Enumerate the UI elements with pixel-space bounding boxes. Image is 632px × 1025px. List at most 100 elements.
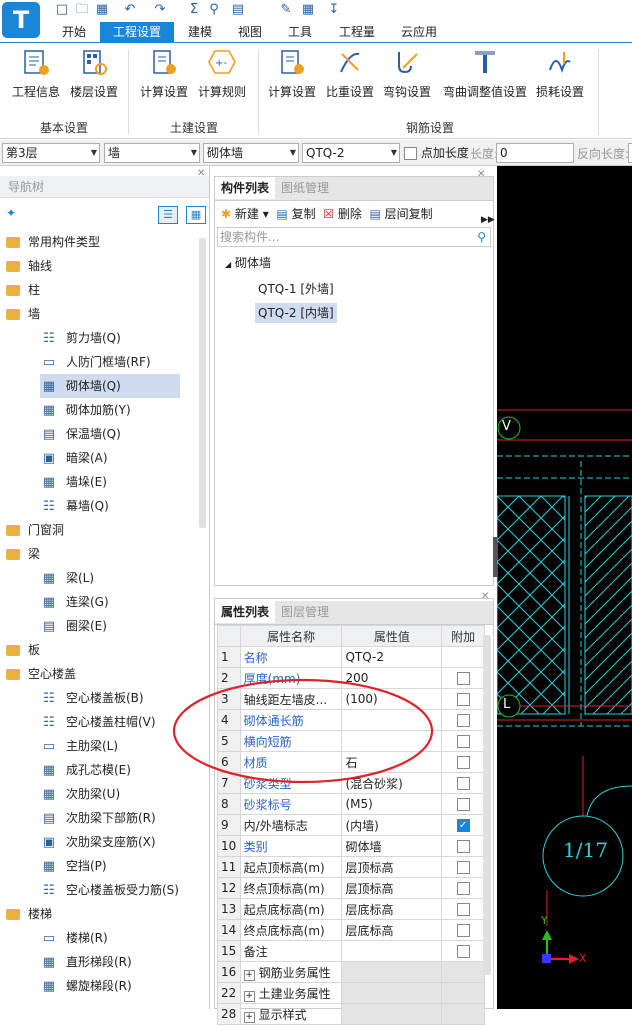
attach-checkbox[interactable] xyxy=(456,756,470,769)
reverse-length-input[interactable] xyxy=(628,143,632,163)
report-icon[interactable]: ▤ xyxy=(230,2,246,18)
nav-item-3[interactable]: 墙 xyxy=(6,302,40,326)
attach-checkbox[interactable] xyxy=(456,924,470,937)
nav-item-27[interactable]: ☷ 空心楼盖板受力筋(S) xyxy=(40,878,179,902)
nav-item-17[interactable]: 板 xyxy=(6,638,40,662)
nav-item-21[interactable]: ▭ 主肋梁(L) xyxy=(40,734,118,758)
floor-copy-button[interactable]: ▤ 层间复制 xyxy=(369,207,432,221)
menu-view[interactable]: 视图 xyxy=(230,22,270,42)
attach-checkbox[interactable] xyxy=(456,882,470,895)
attach-checkbox[interactable] xyxy=(456,903,470,916)
density-settings-button[interactable]: 比重设置 xyxy=(324,47,376,107)
new-file-icon[interactable]: □ xyxy=(54,2,70,18)
undo-icon[interactable]: ↶ xyxy=(122,2,138,18)
expand-icon[interactable]: + xyxy=(243,990,255,1002)
property-value[interactable] xyxy=(341,961,443,983)
nav-item-5[interactable]: ▭ 人防门框墙(RF) xyxy=(40,350,151,374)
property-row[interactable]: 9 内/外墙标志 (内墙) ✓ xyxy=(217,814,485,836)
loss-settings-button[interactable]: 损耗设置 xyxy=(532,47,588,107)
component-select[interactable]: QTQ-2 ▼ xyxy=(302,143,400,163)
menu-project-settings[interactable]: 工程设置 xyxy=(100,22,174,42)
hook-settings-button[interactable]: 弯钩设置 xyxy=(380,47,434,107)
add-sparkle-icon[interactable]: ✦ xyxy=(6,206,16,220)
new-button[interactable]: ✱ 新建 ▾ xyxy=(221,207,269,221)
nav-item-4[interactable]: ☷ 剪力墙(Q) xyxy=(40,326,121,350)
list-view-icon[interactable]: ☰ xyxy=(158,206,178,224)
nav-item-12[interactable]: 门窗洞 xyxy=(6,518,64,542)
app-logo[interactable]: T xyxy=(2,2,40,38)
property-value[interactable]: 层底标高 xyxy=(341,919,443,941)
grid-icon[interactable]: ▦ xyxy=(300,2,316,18)
menu-tools[interactable]: 工具 xyxy=(280,22,320,42)
nav-item-26[interactable]: ▦ 空挡(P) xyxy=(40,854,107,878)
nav-item-2[interactable]: 柱 xyxy=(6,278,40,302)
civil-calc-settings-button[interactable]: 计算设置 xyxy=(136,47,192,107)
nav-item-13[interactable]: 梁 xyxy=(6,542,40,566)
property-value[interactable]: 层顶标高 xyxy=(341,856,443,878)
nav-item-28[interactable]: 楼梯 xyxy=(6,902,52,926)
delete-button[interactable]: ☒ 删除 xyxy=(323,207,362,221)
bend-adjust-button[interactable]: 弯曲调整值设置 xyxy=(440,47,530,107)
splitter-handle[interactable] xyxy=(493,537,497,577)
project-info-button[interactable]: 工程信息 xyxy=(8,47,64,107)
nav-item-29[interactable]: ▭ 楼梯(R) xyxy=(40,926,108,950)
property-value[interactable]: 层顶标高 xyxy=(341,877,443,899)
grid-view-icon[interactable]: ▦ xyxy=(186,206,206,224)
property-row[interactable]: 10 类别 砌体墙 xyxy=(217,835,485,857)
property-row[interactable]: 8 砂浆标号 (M5) xyxy=(217,793,485,815)
property-row[interactable]: 12 终点顶标高(m) 层顶标高 xyxy=(217,877,485,899)
menu-cloud[interactable]: 云应用 xyxy=(394,22,444,42)
property-row[interactable]: 16 + 钢筋业务属性 xyxy=(217,961,485,983)
type-select[interactable]: 墙 ▼ xyxy=(104,143,200,163)
floor-settings-button[interactable]: 楼层设置 xyxy=(66,47,122,107)
property-row[interactable]: 28 + 显示样式 xyxy=(217,1003,485,1025)
property-row[interactable]: 14 终点底标高(m) 层底标高 xyxy=(217,919,485,941)
property-row[interactable]: 22 + 土建业务属性 xyxy=(217,982,485,1004)
nav-item-24[interactable]: ▤ 次肋梁下部筋(R) xyxy=(40,806,156,830)
property-value[interactable]: (内墙) xyxy=(341,814,443,836)
length-input[interactable]: 0 xyxy=(496,143,574,163)
attach-checkbox[interactable] xyxy=(456,693,470,706)
rebar-calc-settings-button[interactable]: 计算设置 xyxy=(264,47,320,107)
attach-checkbox[interactable] xyxy=(456,945,470,958)
subtype-select[interactable]: 砌体墙 ▼ xyxy=(203,143,299,163)
open-folder-icon[interactable]: 🗀 xyxy=(74,2,90,18)
property-row[interactable]: 1 名称 QTQ-2 xyxy=(217,646,485,668)
attach-checkbox[interactable] xyxy=(456,798,470,811)
nav-item-22[interactable]: ▦ 成孔芯模(E) xyxy=(40,758,131,782)
nav-item-7[interactable]: ▦ 砌体加筋(Y) xyxy=(40,398,131,422)
attach-checkbox[interactable]: ✓ xyxy=(456,819,470,832)
property-value[interactable]: QTQ-2 xyxy=(341,646,443,668)
property-row[interactable]: 13 起点底标高(m) 层底标高 xyxy=(217,898,485,920)
close-icon[interactable]: ✕ xyxy=(481,591,489,602)
attach-checkbox[interactable] xyxy=(456,861,470,874)
menu-start[interactable]: 开始 xyxy=(54,22,94,42)
tab-property-list[interactable]: 属性列表 xyxy=(215,601,276,623)
floor-select[interactable]: 第3层 ▼ xyxy=(2,143,100,163)
close-icon[interactable]: ✕ xyxy=(477,169,485,180)
property-scrollbar[interactable] xyxy=(483,635,491,975)
drawing-canvas[interactable]: V L 1/17 Y X xyxy=(497,166,632,1009)
component-group[interactable]: ◢ 砌体墙 xyxy=(215,247,493,275)
property-value[interactable]: 砌体墙 xyxy=(341,835,443,857)
nav-item-23[interactable]: ▦ 次肋梁(U) xyxy=(40,782,120,806)
nav-item-16[interactable]: ▤ 圈梁(E) xyxy=(40,614,107,638)
nav-item-15[interactable]: ▦ 连梁(G) xyxy=(40,590,109,614)
property-row[interactable]: 15 备注 xyxy=(217,940,485,962)
property-value[interactable]: 层底标高 xyxy=(341,898,443,920)
nav-item-30[interactable]: ▦ 直形梯段(R) xyxy=(40,950,132,974)
component-search-input[interactable]: 搜索构件... ⚲ xyxy=(217,227,491,247)
calc-rules-button[interactable]: +- 计算规则 xyxy=(194,47,250,107)
copy-button[interactable]: ▤ 复制 xyxy=(276,207,315,221)
nav-item-9[interactable]: ▣ 暗梁(A) xyxy=(40,446,108,470)
close-icon[interactable]: ✕ xyxy=(197,168,205,179)
point-length-option[interactable]: 点加长度 xyxy=(404,145,469,161)
expand-icon[interactable]: + xyxy=(243,1011,255,1023)
nav-item-14[interactable]: ▦ 梁(L) xyxy=(40,566,94,590)
attach-checkbox[interactable] xyxy=(456,735,470,748)
nav-item-11[interactable]: ☷ 幕墙(Q) xyxy=(40,494,109,518)
tab-component-list[interactable]: 构件列表 xyxy=(215,177,276,199)
nav-item-25[interactable]: ▣ 次肋梁支座筋(X) xyxy=(40,830,156,854)
property-value[interactable] xyxy=(341,940,443,962)
attach-checkbox[interactable] xyxy=(456,714,470,727)
